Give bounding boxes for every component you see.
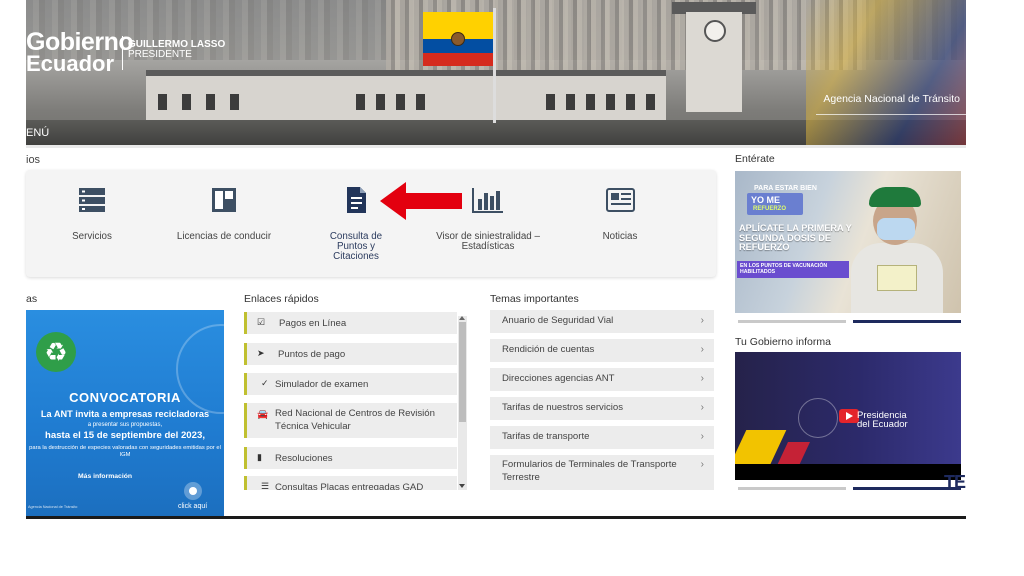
service-label: Visor de siniestralidad – Estadísticas: [436, 231, 540, 252]
book-icon: ▮: [257, 452, 262, 462]
red-arrow-annotation-icon: [380, 182, 462, 220]
chevron-right-icon: ›: [700, 315, 704, 326]
gobierno-ecuador-logo[interactable]: Gobierno Ecuador GUILLERMO LASSO PRESIDE…: [26, 24, 225, 84]
ecuador-flag: [423, 12, 493, 66]
scroll-thumb[interactable]: [459, 322, 466, 422]
page: Gobierno Ecuador GUILLERMO LASSO PRESIDE…: [0, 0, 1024, 576]
enterate-title: Entérate: [735, 153, 775, 165]
quick-link-placas[interactable]: ☰ Consultas Placas entregadas GAD: [244, 476, 457, 490]
list-icon: ☰: [261, 481, 270, 490]
tema-formularios[interactable]: Formularios de Terminales de Transporte …: [490, 455, 714, 490]
tema-rendicion[interactable]: Rendición de cuentas ›: [490, 339, 714, 362]
tu-gobierno-informa-title: Tu Gobierno informa: [735, 336, 831, 348]
recycle-icon: ♻: [36, 332, 76, 372]
service-label: Servicios: [72, 231, 112, 242]
server-stack-icon: [79, 188, 105, 212]
vaccine-banner[interactable]: PARA ESTAR BIEN YO ME REFUERZO APLÍCATE …: [735, 171, 961, 313]
newspaper-icon: [606, 188, 635, 212]
quick-links-title: Enlaces rápidos: [244, 293, 319, 305]
flag-pole: [493, 8, 496, 123]
quick-link-simulador[interactable]: ✓ Simulador de examen: [244, 373, 457, 395]
agency-name[interactable]: Agencia Nacional de Tránsito: [823, 93, 960, 105]
chevron-right-icon: ›: [700, 373, 704, 384]
convocatoria-line: a presentar sus propuestas,: [87, 422, 163, 428]
clock-tower: [686, 12, 742, 112]
services-panel: Servicios Licencias de conducir Consulta…: [26, 170, 716, 277]
license-panel-icon: [212, 188, 236, 212]
service-label: Licencias de conducir: [176, 231, 272, 242]
service-label: Consulta de Puntos y Citaciones: [329, 231, 383, 262]
quick-link-resoluciones[interactable]: ▮ Resoluciones: [244, 447, 457, 469]
convocatoria-banner[interactable]: ♻ CONVOCATORIA La ANT invita a empresas …: [26, 310, 224, 516]
convocatoria-footer: Agencia Nacional de Tránsito: [28, 505, 78, 509]
banner-slider-indicators[interactable]: [738, 320, 962, 323]
temas-title: Temas importantes: [490, 293, 579, 305]
menu-button[interactable]: ENÚ: [26, 127, 49, 139]
coat-of-arms-icon: [798, 398, 838, 438]
president-title: PRESIDENTE: [128, 49, 192, 60]
quick-link-red-revision[interactable]: 🚘 Red Nacional de Centros de Revisión Té…: [244, 403, 457, 438]
chevron-right-icon: ›: [700, 431, 704, 442]
youtube-play-icon[interactable]: [839, 409, 859, 423]
quick-link-puntos-pago[interactable]: ➤ Puntos de pago: [244, 343, 457, 365]
quick-links-scrollbar[interactable]: [458, 316, 467, 490]
scroll-up-icon[interactable]: [459, 316, 465, 320]
header-banner: Gobierno Ecuador GUILLERMO LASSO PRESIDE…: [26, 0, 966, 148]
tema-tarifas-servicios[interactable]: Tarifas de nuestros servicios ›: [490, 397, 714, 420]
cursor-icon: [184, 482, 202, 500]
document-icon: [347, 187, 366, 213]
car-icon: 🚘: [257, 409, 269, 419]
quick-link-pagos[interactable]: ☑ Pagos en Línea: [244, 312, 457, 334]
service-licencias[interactable]: Licencias de conducir: [158, 170, 290, 277]
tema-direcciones[interactable]: Direcciones agencias ANT ›: [490, 368, 714, 391]
yo-me-refuerzo-badge: PARA ESTAR BIEN YO ME REFUERZO: [741, 185, 829, 215]
service-label: Noticias: [602, 231, 638, 242]
logo-text-ecuador: Ecuador: [26, 51, 115, 76]
vaccine-subline: EN LOS PUNTOS DE VACUNACIÓN HABILITADOS: [737, 261, 849, 278]
convocatoria-date: hasta el 15 de septiembre del 2023,: [45, 430, 205, 441]
quick-links-list: ☑ Pagos en Línea ➤ Puntos de pago ✓ Simu…: [244, 310, 469, 490]
video-caption: Presidencia del Ecuador: [857, 410, 908, 430]
channel-watermark: TE: [944, 472, 966, 492]
tema-tarifas-transporte[interactable]: Tarifas de transporte ›: [490, 426, 714, 449]
service-noticias[interactable]: Noticias: [554, 170, 686, 277]
convocatoria-line: para la destrucción de especies valorada…: [29, 445, 221, 458]
tema-anuario[interactable]: Anuario de Seguridad Vial ›: [490, 310, 714, 333]
click-aqui-link[interactable]: click aquí: [178, 503, 207, 510]
check-icon: ✓: [261, 378, 269, 388]
service-servicios[interactable]: Servicios: [26, 170, 158, 277]
vaccine-headline: APLÍCATE LA PRIMERA Y SEGUNDA DOSIS DE R…: [739, 223, 852, 252]
mas-informacion-link[interactable]: Más información: [78, 473, 132, 480]
chevron-right-icon: ›: [700, 344, 704, 355]
convocatoria-line: La ANT invita a empresas recicladoras: [40, 409, 210, 419]
convocatoria-heading: CONVOCATORIA: [69, 390, 181, 405]
bar-chart-icon: [472, 188, 503, 213]
services-section-title: ios: [26, 154, 41, 166]
gobierno-video[interactable]: Presidencia del Ecuador: [735, 352, 961, 480]
vaccinated-person-image: [847, 185, 947, 313]
chevron-right-icon: ›: [700, 402, 704, 413]
scroll-down-icon[interactable]: [459, 484, 465, 488]
chevron-right-icon: ›: [700, 459, 704, 470]
video-slider-indicators[interactable]: [738, 487, 962, 490]
location-arrow-icon: ➤: [257, 348, 265, 358]
checkbox-icon: ☑: [257, 317, 266, 327]
news-section-title: as: [26, 293, 38, 305]
